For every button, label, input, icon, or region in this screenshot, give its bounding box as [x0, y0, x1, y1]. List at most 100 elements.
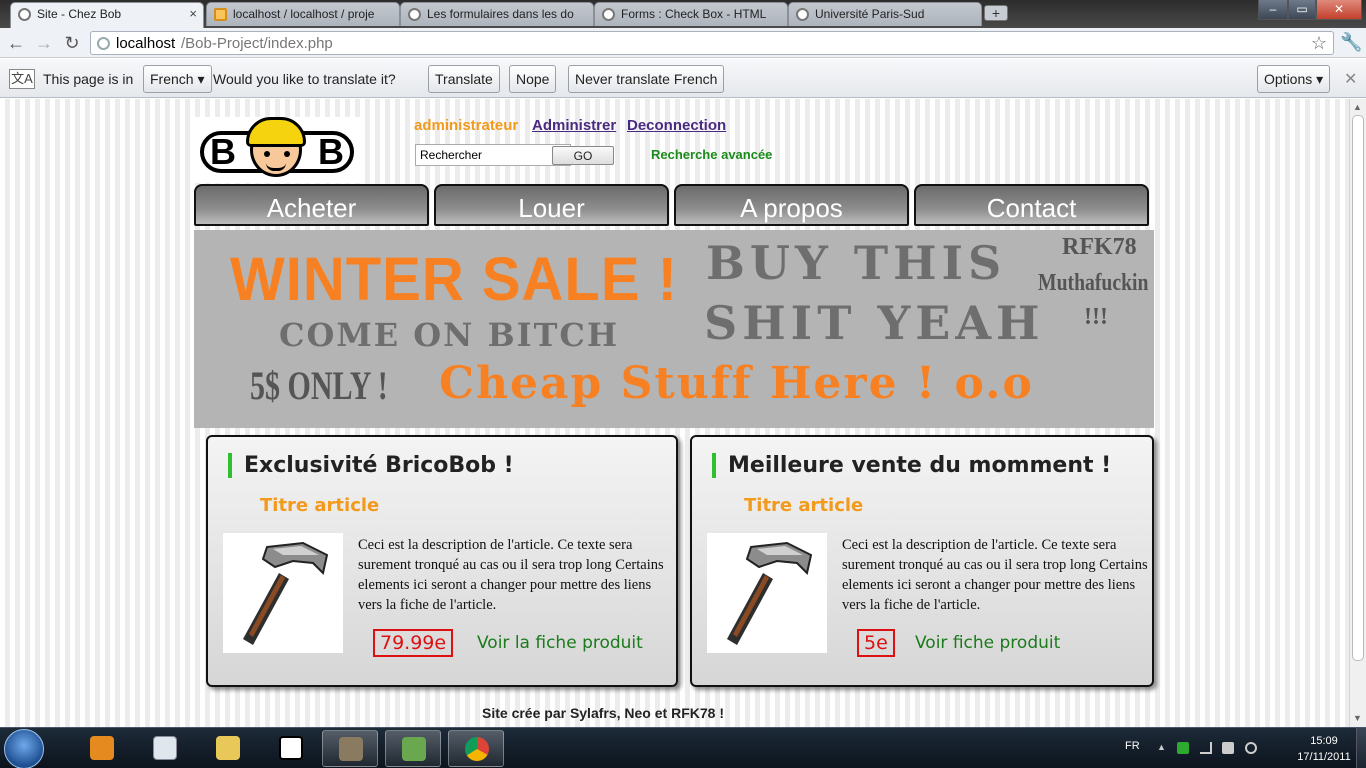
- language-select[interactable]: French ▾: [143, 65, 212, 93]
- forward-arrow-icon[interactable]: →: [32, 32, 56, 54]
- search-input[interactable]: [415, 144, 571, 166]
- tab-label: Forms : Check Box - HTML: [621, 7, 767, 21]
- wrench-icon[interactable]: 🔧: [1340, 32, 1362, 53]
- new-tab-button[interactable]: +: [984, 5, 1008, 21]
- reload-icon[interactable]: ↻: [60, 32, 84, 54]
- bob-icon[interactable]: [263, 730, 319, 767]
- translate-bar: 文A This page is in French ▾ Would you li…: [0, 59, 1366, 98]
- close-window-button[interactable]: ✕: [1316, 0, 1362, 20]
- tab-universite[interactable]: Université Paris-Sud: [788, 2, 982, 26]
- browser-toolbar: ← → ↻ localhost /Bob-Project/index.php ☆…: [0, 28, 1366, 58]
- advanced-search-link[interactable]: Recherche avancée: [651, 147, 772, 162]
- tab-forms-checkbox[interactable]: Forms : Check Box - HTML: [594, 2, 788, 26]
- close-infobar-icon[interactable]: ✕: [1344, 69, 1357, 89]
- network-icon[interactable]: [1200, 742, 1212, 754]
- nav-louer[interactable]: Louer: [434, 184, 669, 226]
- translate-icon: 文A: [9, 69, 35, 89]
- tab-site-chez-bob[interactable]: Site - Chez Bob ×: [10, 2, 204, 28]
- tab-phpmyadmin[interactable]: localhost / localhost / proje: [206, 2, 400, 26]
- article-title[interactable]: Titre article: [260, 495, 379, 516]
- volume-icon[interactable]: [1222, 742, 1234, 754]
- hammer-image[interactable]: [707, 533, 827, 653]
- product-card-bestseller: Meilleure vente du momment ! Titre artic…: [690, 435, 1154, 687]
- translate-button[interactable]: Translate: [428, 65, 500, 93]
- windows-taskbar: FR ▲ 15:09 17/11/2011: [0, 727, 1366, 768]
- article-title[interactable]: Titre article: [744, 495, 863, 516]
- banner-buy-this: BUY THIS: [706, 236, 1007, 290]
- scroll-thumb[interactable]: [1352, 115, 1364, 661]
- bob-logo[interactable]: B B: [194, 117, 364, 183]
- chrome-icon[interactable]: [448, 730, 504, 767]
- globe-icon: [796, 8, 809, 21]
- bookmark-star-icon[interactable]: ☆: [1311, 33, 1327, 54]
- product-link[interactable]: Voir fiche produit: [915, 633, 1060, 653]
- footer-credits: Site crée par Sylafrs, Neo et RFK78 !: [482, 705, 724, 721]
- scroll-up-arrow-icon[interactable]: ▲: [1353, 102, 1362, 112]
- folder-icon[interactable]: [200, 730, 256, 767]
- nav-contact[interactable]: Contact: [914, 184, 1149, 226]
- download-icon[interactable]: [385, 730, 441, 767]
- power-icon[interactable]: [1245, 742, 1257, 754]
- user-role: administrateur: [414, 117, 519, 134]
- article-description: Ceci est la description de l'article. Ce…: [842, 537, 1148, 613]
- tab-close-icon[interactable]: ×: [189, 3, 197, 25]
- eye: [284, 151, 290, 157]
- back-arrow-icon[interactable]: ←: [4, 32, 28, 54]
- hard-hat: [246, 117, 306, 147]
- tray-expand-icon[interactable]: ▲: [1157, 742, 1169, 754]
- page-viewport: B B administrateur Administrer Deconnect…: [0, 99, 1349, 727]
- utorrent-icon[interactable]: [1177, 742, 1189, 754]
- price-tag: 5e: [857, 629, 895, 657]
- url-path: /Bob-Project/index.php: [181, 35, 333, 52]
- nope-button[interactable]: Nope: [509, 65, 557, 93]
- product-card-exclusive: Exclusivité BricoBob ! Titre article Cec…: [206, 435, 678, 687]
- start-button[interactable]: [4, 729, 44, 768]
- nav-acheter[interactable]: Acheter: [194, 184, 429, 226]
- tab-label: Université Paris-Sud: [815, 7, 925, 21]
- hammer-image[interactable]: [223, 533, 343, 653]
- logo-letter: B: [318, 131, 344, 172]
- promo-banner: WINTER SALE ! BUY THIS RFK78 Muthafuckin…: [194, 230, 1154, 428]
- banner-come-on: COME ON BITCH: [279, 316, 620, 354]
- banner-exclamations: !!!: [1084, 304, 1108, 330]
- translate-prompt: This page is in: [43, 71, 134, 87]
- banner-rfk78: RFK78: [1062, 234, 1137, 260]
- hammer-icon: [727, 541, 813, 645]
- eye: [264, 151, 270, 157]
- clock-date[interactable]: 17/11/2011: [1293, 751, 1355, 763]
- tab-label: Les formulaires dans les do: [427, 7, 574, 21]
- tab-label: Site - Chez Bob: [37, 7, 122, 21]
- globe-icon: [18, 8, 31, 21]
- translate-question: Would you like to translate it?: [213, 71, 396, 87]
- card-heading: Exclusivité BricoBob !: [228, 453, 514, 478]
- logout-link[interactable]: Deconnection: [627, 117, 726, 134]
- never-translate-button[interactable]: Never translate French: [568, 65, 725, 93]
- tab-strip: Site - Chez Bob × localhost / localhost …: [0, 0, 1366, 28]
- hammer-icon: [243, 541, 329, 645]
- address-bar[interactable]: localhost /Bob-Project/index.php ☆: [90, 31, 1334, 55]
- nav-a-propos[interactable]: A propos: [674, 184, 909, 226]
- vertical-scrollbar[interactable]: ▲ ▼: [1349, 99, 1366, 727]
- tab-label: localhost / localhost / proje: [233, 7, 375, 21]
- globe-icon: [408, 8, 421, 21]
- options-button[interactable]: Options ▾: [1257, 65, 1331, 93]
- scroll-down-arrow-icon[interactable]: ▼: [1353, 713, 1362, 723]
- url-host: localhost: [116, 35, 176, 52]
- product-link[interactable]: Voir la fiche produit: [477, 633, 643, 653]
- clock-time[interactable]: 15:09: [1299, 735, 1349, 747]
- banner-5-only: 5$ ONLY !: [250, 363, 388, 408]
- article-description: Ceci est la description de l'article. Ce…: [358, 537, 664, 613]
- show-desktop-button[interactable]: [1356, 728, 1366, 768]
- input-language[interactable]: FR: [1125, 740, 1140, 752]
- logo-letter: B: [210, 131, 236, 172]
- admin-link[interactable]: Administrer: [532, 117, 616, 134]
- go-button[interactable]: GO: [552, 146, 614, 165]
- minimize-button[interactable]: –: [1258, 0, 1288, 20]
- media-player-icon[interactable]: [74, 730, 130, 767]
- page-globe-icon: [97, 37, 110, 50]
- gimp-icon[interactable]: [322, 730, 378, 767]
- card-heading: Meilleure vente du momment !: [712, 453, 1111, 478]
- maximize-button[interactable]: ▭: [1288, 0, 1316, 20]
- tab-formulaires[interactable]: Les formulaires dans les do: [400, 2, 594, 26]
- window-icon[interactable]: [137, 730, 193, 767]
